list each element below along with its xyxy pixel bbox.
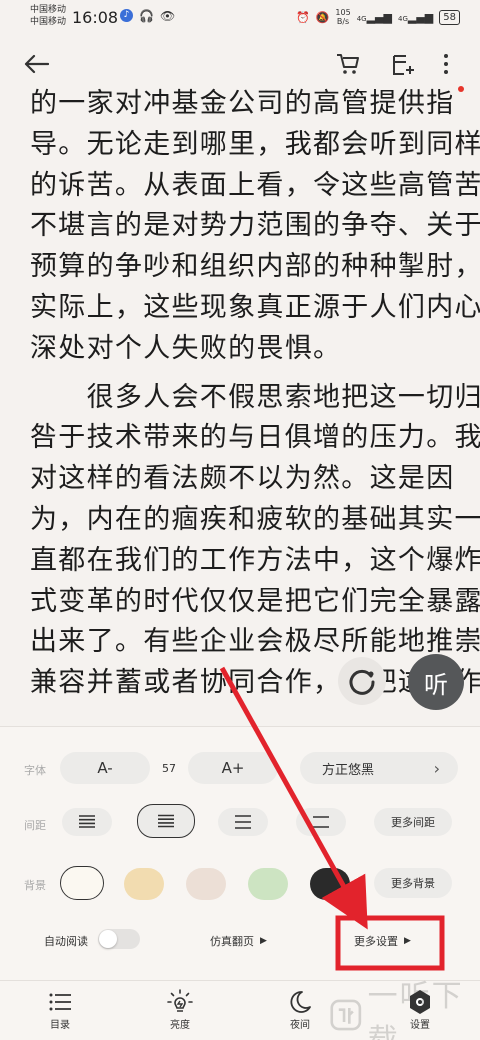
annotation-highlight-box (335, 915, 445, 971)
annotation-overlay (219, 666, 445, 971)
annotation-arrow (219, 666, 368, 930)
